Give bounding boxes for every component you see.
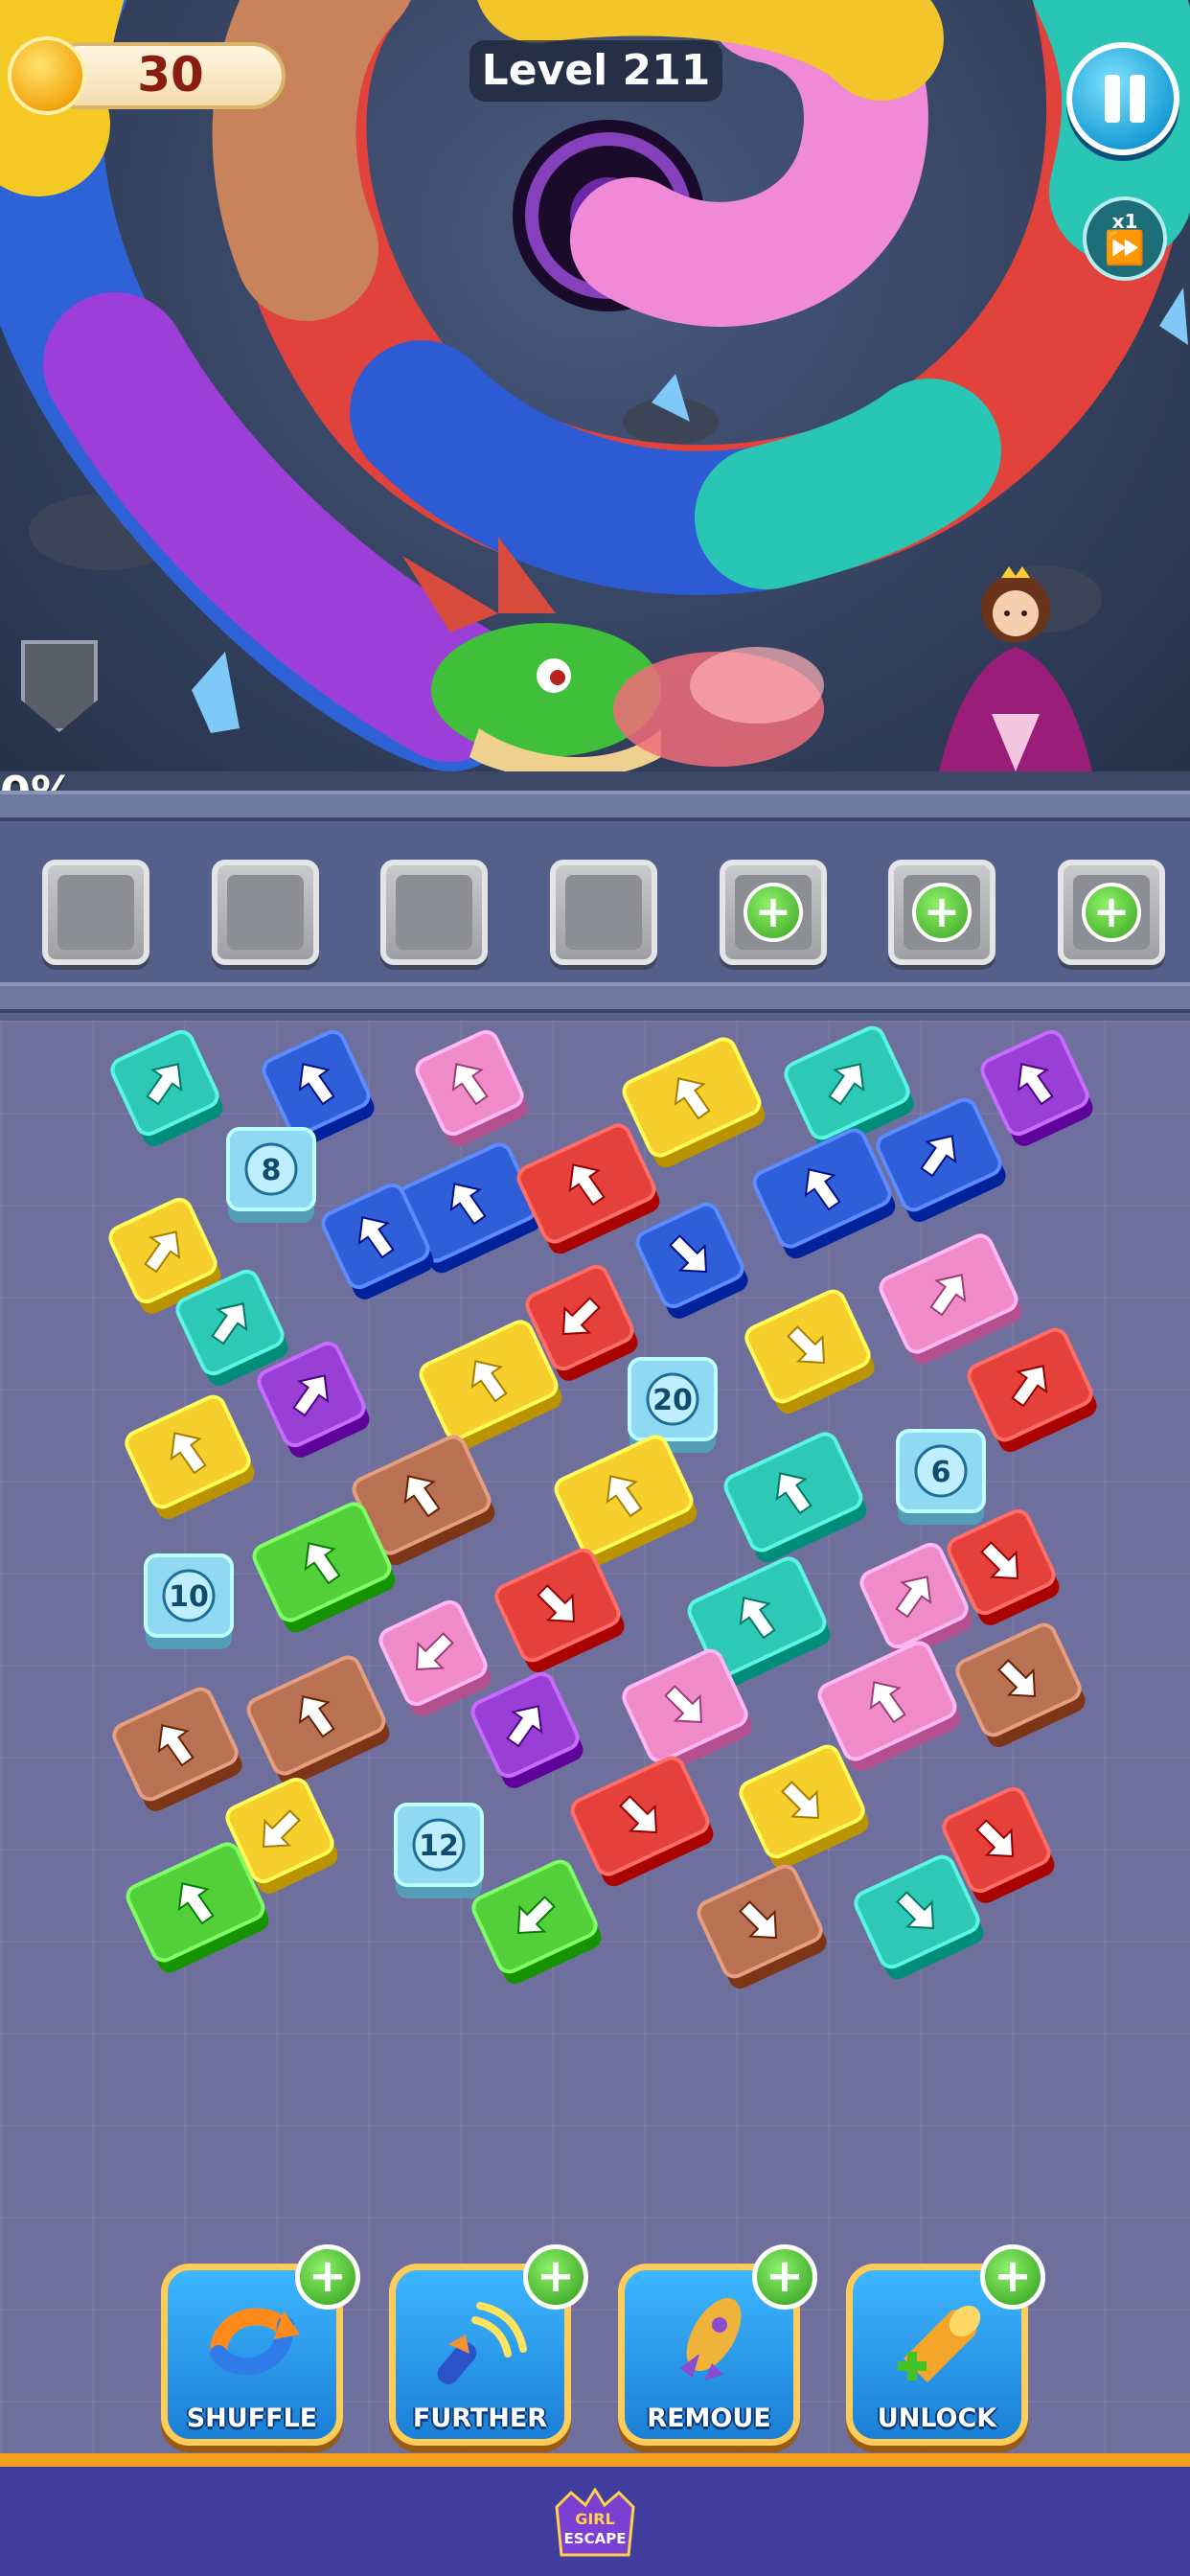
progress-percent: 0% — [0, 767, 144, 791]
red-crate[interactable] — [965, 1326, 1100, 1456]
ice-counter: 10 — [169, 1580, 209, 1614]
pause-icon — [1130, 75, 1145, 123]
unlock-slot-plus-icon: + — [912, 883, 972, 942]
add-shuffle-button[interactable]: + — [295, 2244, 360, 2310]
brown-crate[interactable] — [110, 1686, 245, 1815]
ice-block[interactable]: 12 — [394, 1803, 484, 1898]
empty-slot — [42, 860, 149, 965]
slot-well — [57, 875, 134, 950]
remove-booster[interactable]: REMOUE + — [618, 2244, 817, 2451]
purple-crate[interactable] — [469, 1670, 586, 1792]
further-booster[interactable]: FURTHER + — [389, 2244, 588, 2451]
slot-well — [565, 875, 642, 950]
yellow-crate[interactable] — [743, 1288, 878, 1417]
locked-slot[interactable]: + — [720, 860, 827, 965]
ice-block[interactable]: 10 — [144, 1553, 234, 1649]
add-further-button[interactable]: + — [523, 2244, 588, 2310]
game-scene: 30 Level 211 x1 ⏩ 0% — [0, 0, 1190, 791]
progress-badge — [11, 640, 107, 765]
purple-crate[interactable] — [978, 1028, 1096, 1150]
dragon-body-yellow-top — [477, 0, 944, 101]
slot-bar: + + + — [0, 791, 1190, 1021]
slot-rail-top — [0, 791, 1190, 821]
pause-button[interactable] — [1066, 42, 1179, 155]
bullet-icon — [437, 2302, 527, 2385]
green-crate[interactable] — [469, 1858, 605, 1988]
yellow-crate[interactable] — [621, 1036, 769, 1172]
dragon-body-teal — [695, 379, 1001, 589]
princess — [939, 566, 1092, 771]
brown-crate[interactable] — [245, 1654, 394, 1790]
teal-crate[interactable] — [108, 1028, 226, 1150]
speed-button[interactable]: x1 ⏩ — [1083, 196, 1167, 281]
ice-counter: 12 — [419, 1829, 459, 1863]
pink-crate[interactable] — [413, 1028, 531, 1150]
booster-label: REMOUE — [647, 2404, 771, 2433]
ice-block[interactable]: 6 — [896, 1429, 986, 1525]
logo-text-line1: GIRL — [575, 2510, 615, 2528]
locked-slot[interactable]: + — [1058, 860, 1165, 965]
ice-counter: 6 — [931, 1456, 951, 1489]
empty-slot — [212, 860, 319, 965]
shuffle-icon — [210, 2308, 300, 2376]
puzzle-board: 8 20 6 10 12 — [0, 1021, 1190, 2453]
unlock-slot-plus-icon: + — [744, 883, 803, 942]
empty-slot — [380, 860, 488, 965]
blue-crate[interactable] — [633, 1201, 751, 1322]
shuffle-booster[interactable]: SHUFFLE + — [161, 2244, 360, 2451]
slot-well — [227, 875, 304, 950]
dragon-pupil — [550, 670, 565, 685]
logo-text-line2: ESCAPE — [564, 2530, 627, 2547]
booster-label: UNLOCK — [877, 2404, 997, 2433]
yellow-crate[interactable] — [553, 1434, 701, 1570]
footer-bar: GIRL ESCAPE — [0, 2453, 1190, 2576]
dragon-shield-icon — [21, 640, 98, 732]
booster-label: FURTHER — [412, 2404, 548, 2433]
ice-block[interactable]: 20 — [628, 1357, 718, 1453]
ice-block[interactable]: 8 — [226, 1127, 316, 1223]
brown-crate[interactable] — [695, 1863, 830, 1992]
pause-icon — [1105, 75, 1120, 123]
game-logo: GIRL ESCAPE — [555, 2488, 635, 2557]
yellow-crate[interactable] — [123, 1393, 258, 1523]
unlock-slot-plus-icon: + — [1082, 883, 1141, 942]
ice-counter: 20 — [652, 1384, 693, 1417]
tile-grid: 8 20 6 10 12 — [108, 1025, 1100, 1992]
dragon-body-tan — [212, 0, 411, 321]
red-crate[interactable] — [569, 1755, 718, 1891]
crystal — [192, 652, 240, 733]
unlock-booster[interactable]: UNLOCK + — [846, 2244, 1045, 2451]
empty-slot — [550, 860, 657, 965]
ice-counter: 8 — [262, 1154, 282, 1187]
brown-crate[interactable] — [953, 1622, 1088, 1751]
horn-icon — [898, 2305, 981, 2382]
slot-well — [396, 875, 472, 950]
fire-breath — [690, 647, 824, 724]
teal-crate[interactable] — [722, 1431, 871, 1567]
booster-label: SHUFFLE — [186, 2404, 318, 2433]
coin-counter: 30 — [8, 36, 286, 115]
add-remove-button[interactable]: + — [752, 2244, 817, 2310]
crystal — [1159, 288, 1188, 345]
level-label: Level 211 — [469, 40, 722, 102]
pink-crate[interactable] — [878, 1232, 1026, 1368]
locked-slot[interactable]: + — [888, 860, 995, 965]
rocket-icon — [680, 2298, 742, 2380]
fast-forward-icon: ⏩ — [1104, 229, 1146, 267]
red-crate[interactable] — [492, 1547, 628, 1676]
slot-rail-bottom — [0, 982, 1190, 1013]
coin-value: 30 — [137, 47, 204, 103]
coin-icon — [8, 36, 86, 115]
add-unlock-button[interactable]: + — [980, 2244, 1045, 2310]
